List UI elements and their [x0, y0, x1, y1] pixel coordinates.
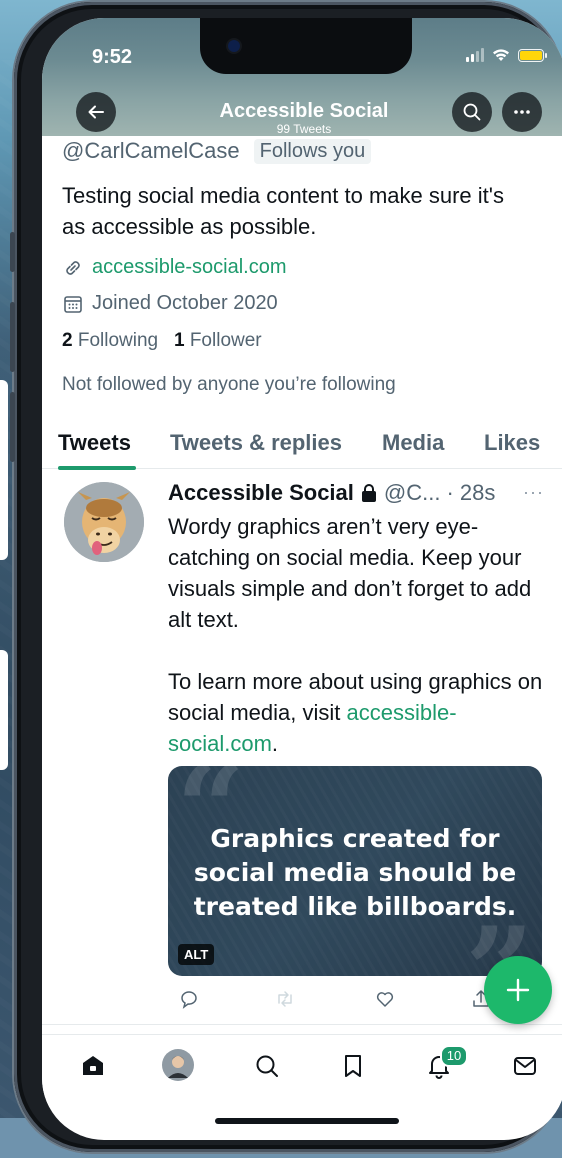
compose-plus-icon: [506, 978, 530, 1002]
profile-handle: @CarlCamelCase: [62, 138, 240, 163]
tweet-header: Accessible Social @C... · 28s: [168, 480, 495, 506]
volume-down-button: [10, 392, 15, 462]
calendar-icon: [64, 295, 82, 313]
following-count: 2: [62, 330, 73, 351]
tab-tweets-and-replies[interactable]: Tweets & replies: [170, 430, 342, 456]
link-icon: [66, 260, 80, 275]
nav-search[interactable]: [254, 1053, 280, 1084]
like-button[interactable]: [374, 988, 396, 1015]
tweet-author-name[interactable]: Accessible Social: [168, 480, 354, 506]
nav-bookmarks[interactable]: [340, 1053, 366, 1084]
more-options-button[interactable]: [502, 92, 542, 132]
tweet-avatar[interactable]: [64, 482, 144, 562]
more-icon: [514, 110, 530, 114]
signal-icon: [466, 48, 484, 62]
phone-screen: 9:52 Accessible Social 99 Tweets @CarlCa…: [42, 18, 562, 1140]
reply-button[interactable]: [178, 988, 200, 1015]
followers-label: Follower: [189, 330, 262, 351]
profile-joined-date: Joined October 2020: [92, 292, 278, 314]
home-indicator[interactable]: [215, 1118, 399, 1124]
reply-icon: [181, 991, 197, 1009]
profile-handle-line: @CarlCamelCase Follows you: [62, 138, 372, 164]
nav-messages[interactable]: [512, 1053, 538, 1084]
tweet-paragraph-1: Wordy graphics aren’t very eye-catching …: [168, 514, 532, 632]
following-label: Following: [77, 330, 159, 351]
search-nav-icon: [256, 1055, 278, 1077]
status-icons: [466, 48, 547, 62]
battery-icon: [518, 48, 547, 62]
profile-header: 9:52 Accessible Social 99 Tweets: [42, 18, 562, 136]
not-followed-note: Not followed by anyone you’re following: [62, 374, 396, 395]
volume-up-button: [10, 302, 15, 372]
profile-avatar: [162, 1049, 194, 1081]
tweet-actions: [178, 988, 508, 1012]
lock-icon: [361, 484, 376, 502]
tweet-media-image[interactable]: “ ” Graphics created for social media sh…: [168, 766, 542, 976]
retweet-button[interactable]: [274, 988, 296, 1015]
followers-count: 1: [173, 330, 185, 351]
profile-bio: Testing social media content to make sur…: [62, 183, 504, 239]
nav-notifications[interactable]: 10: [426, 1045, 468, 1084]
following-link[interactable]: 2 Following: [62, 330, 158, 351]
tab-media[interactable]: Media: [382, 430, 444, 456]
follow-counts: 2 Following 1 Follower: [62, 330, 262, 352]
mute-switch: [10, 232, 15, 272]
tweet-text: Wordy graphics aren’t very eye-catching …: [168, 511, 548, 759]
alt-text-badge[interactable]: ALT: [178, 944, 215, 965]
tab-likes[interactable]: Likes: [484, 430, 540, 456]
tab-tweets[interactable]: Tweets: [58, 430, 131, 456]
messages-icon: [514, 1057, 536, 1075]
tweet-more-button[interactable]: ···: [523, 482, 544, 503]
retweet-icon: [278, 991, 292, 1007]
bottom-navigation: 10: [42, 1034, 562, 1107]
camel-avatar-image: [64, 482, 144, 562]
search-icon: [463, 103, 481, 121]
followers-link[interactable]: 1 Follower: [174, 330, 262, 351]
media-quote-text: Graphics created for social media should…: [193, 824, 517, 921]
tweet-timestamp[interactable]: · 28s: [446, 480, 495, 506]
front-camera: [228, 40, 240, 52]
tweet[interactable]: Accessible Social @C... · 28s ··· Wordy …: [42, 470, 562, 1025]
notifications-badge: 10: [440, 1045, 468, 1067]
compose-tweet-button[interactable]: [484, 956, 552, 1024]
home-icon: [83, 1056, 103, 1075]
profile-website-link[interactable]: accessible-social.com: [92, 256, 287, 279]
search-button[interactable]: [452, 92, 492, 132]
tweet-paragraph-2-end: .: [271, 731, 279, 756]
bookmark-icon: [345, 1055, 361, 1077]
profile-joined-row: Joined October 2020: [62, 292, 278, 315]
profile-website-row[interactable]: accessible-social.com: [62, 256, 287, 279]
wifi-icon: [493, 49, 509, 61]
status-time: 9:52: [92, 46, 133, 68]
follows-you-badge: Follows you: [253, 138, 372, 164]
nav-home[interactable]: [80, 1053, 106, 1084]
tweet-paragraph-2: To learn more about using graphics on so…: [168, 666, 548, 759]
phone-frame: 9:52 Accessible Social 99 Tweets @CarlCa…: [10, 2, 562, 1152]
like-icon: [376, 992, 394, 1007]
profile-tabs: Tweets Tweets & replies Media Likes: [42, 422, 562, 470]
nav-profile[interactable]: [162, 1049, 194, 1086]
tweet-author-handle[interactable]: @C...: [384, 480, 441, 506]
